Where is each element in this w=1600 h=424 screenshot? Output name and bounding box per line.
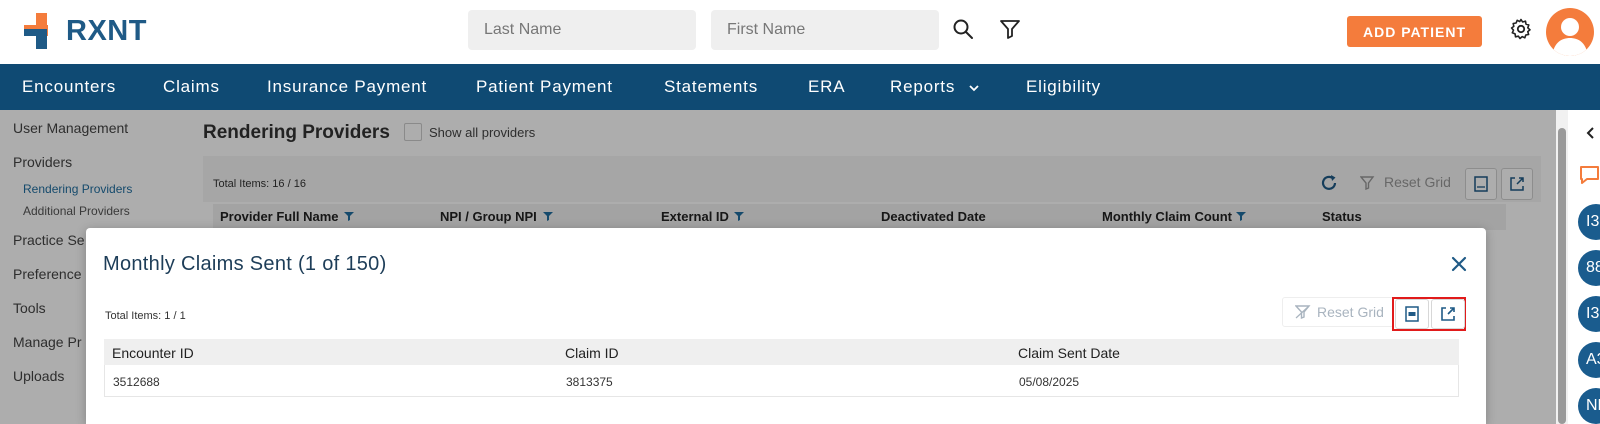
main-nav: Encounters Claims Insurance Payment Pati… <box>0 64 1600 110</box>
chevron-left-icon[interactable] <box>1584 126 1596 140</box>
app-header: RXNT ADD PATIENT <box>0 0 1600 64</box>
monthly-claims-modal: Monthly Claims Sent (1 of 150) Total Ite… <box>86 228 1486 424</box>
cell-encounter-id: 3512688 <box>113 375 160 389</box>
column-header-claim-id[interactable]: Claim ID <box>565 345 619 361</box>
search-icon[interactable] <box>951 17 975 41</box>
nav-item-patient-payment[interactable]: Patient Payment <box>476 77 613 97</box>
nav-item-claims[interactable]: Claims <box>163 77 220 97</box>
nav-item-statements[interactable]: Statements <box>664 77 758 97</box>
claims-table-header: Encounter ID Claim ID Claim Sent Date <box>104 339 1459 365</box>
nav-item-eligibility[interactable]: Eligibility <box>1026 77 1101 97</box>
add-patient-button[interactable]: ADD PATIENT <box>1347 16 1482 47</box>
reset-grid-label: Reset Grid <box>1317 304 1384 320</box>
avatar-person-icon <box>1552 18 1588 56</box>
pdf-icon <box>1405 306 1419 322</box>
cell-claim-sent-date: 05/08/2025 <box>1019 375 1080 389</box>
nav-item-insurance-payment[interactable]: Insurance Payment <box>267 77 427 97</box>
last-name-input[interactable] <box>468 10 696 50</box>
total-items-label: Total Items: 1 / 1 <box>105 310 186 322</box>
filter-icon[interactable] <box>998 17 1022 41</box>
filter-clear-icon <box>1295 305 1311 319</box>
logo-cross-icon <box>24 13 48 49</box>
reset-grid-button[interactable]: Reset Grid <box>1282 297 1394 327</box>
modal-title: Monthly Claims Sent (1 of 150) <box>103 253 387 275</box>
gear-icon[interactable] <box>1509 17 1533 41</box>
scrollbar-thumb[interactable] <box>1558 128 1566 424</box>
chat-icon[interactable] <box>1578 164 1600 186</box>
external-export-icon <box>1441 307 1455 321</box>
column-header-claim-sent-date[interactable]: Claim Sent Date <box>1018 345 1120 361</box>
export-pdf-button[interactable] <box>1395 299 1429 329</box>
chevron-down-icon[interactable] <box>968 82 980 94</box>
first-name-input[interactable] <box>711 10 939 50</box>
column-header-encounter-id[interactable]: Encounter ID <box>112 345 194 361</box>
table-row[interactable]: 3512688 3813375 05/08/2025 <box>104 365 1459 397</box>
rxnt-logo[interactable]: RXNT <box>24 13 164 51</box>
nav-item-era[interactable]: ERA <box>808 77 845 97</box>
logo-text: RXNT <box>66 15 147 47</box>
close-icon[interactable] <box>1451 256 1467 272</box>
export-button[interactable] <box>1431 299 1465 329</box>
user-avatar[interactable] <box>1546 8 1594 56</box>
nav-item-reports[interactable]: Reports <box>890 77 955 97</box>
cell-claim-id: 3813375 <box>566 375 613 389</box>
nav-item-encounters[interactable]: Encounters <box>22 77 116 97</box>
